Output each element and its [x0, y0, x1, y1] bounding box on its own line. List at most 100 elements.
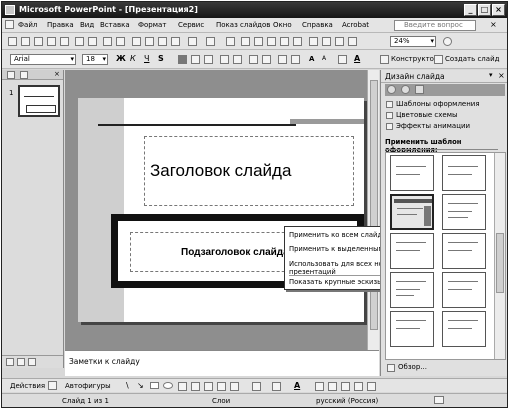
browse-link[interactable]: Обзор...: [398, 363, 427, 371]
3d-style-icon[interactable]: [367, 382, 376, 391]
cut-icon[interactable]: [132, 37, 141, 46]
help-search-input[interactable]: Введите вопрос: [394, 20, 476, 31]
align-left-icon[interactable]: [178, 55, 187, 64]
slide-thumbnail[interactable]: [18, 85, 60, 117]
bold-button[interactable]: Ж: [116, 54, 126, 63]
undo-icon[interactable]: [188, 37, 197, 46]
vertical-scrollbar[interactable]: [367, 70, 379, 350]
slides-tab-icon[interactable]: [20, 71, 28, 79]
permission-icon[interactable]: [47, 37, 56, 46]
shadow-style-icon[interactable]: [354, 382, 363, 391]
chart-icon[interactable]: [226, 37, 235, 46]
menu-acrobat[interactable]: Acrobat: [342, 21, 369, 29]
spelling-icon[interactable]: [103, 37, 112, 46]
arrow-icon[interactable]: ↘: [137, 381, 144, 390]
menu-apply-all[interactable]: Применить ко всем слайдам: [289, 231, 391, 239]
sorter-view-icon[interactable]: [17, 358, 25, 366]
font-color-icon[interactable]: A: [354, 54, 360, 63]
normal-view-icon[interactable]: [6, 358, 14, 366]
autoshapes-button[interactable]: Автофигуры: [65, 382, 111, 390]
paste-icon[interactable]: [158, 37, 167, 46]
title-placeholder[interactable]: Заголовок слайда: [144, 136, 354, 206]
font-size-select[interactable]: 18: [82, 54, 108, 65]
align-right-icon[interactable]: [204, 55, 213, 64]
design-icon[interactable]: [380, 55, 389, 64]
grid-icon[interactable]: [335, 37, 344, 46]
preview-icon[interactable]: [88, 37, 97, 46]
forward-icon[interactable]: [401, 85, 410, 94]
expand-icon[interactable]: [309, 37, 318, 46]
redo-icon[interactable]: [206, 37, 215, 46]
gallery-scroll-thumb[interactable]: [496, 233, 504, 293]
close-button[interactable]: ×: [492, 4, 505, 16]
pane-close-icon[interactable]: ×: [54, 70, 60, 78]
format-painter-icon[interactable]: [171, 37, 180, 46]
template-thumb[interactable]: [442, 272, 486, 308]
new-slide-icon[interactable]: [434, 55, 443, 64]
slideshow-view-icon[interactable]: [28, 358, 36, 366]
print-icon[interactable]: [75, 37, 84, 46]
bullets-icon[interactable]: [233, 55, 242, 64]
diagram-icon[interactable]: [280, 37, 289, 46]
help-icon[interactable]: [443, 37, 452, 46]
text-direction-icon[interactable]: [338, 55, 347, 64]
line-style-icon[interactable]: [315, 382, 324, 391]
tables-borders-icon[interactable]: [254, 37, 263, 46]
actions-button[interactable]: Действия: [10, 382, 45, 390]
outline-tab-icon[interactable]: [7, 71, 15, 79]
scrollbar-thumb[interactable]: [370, 80, 378, 330]
font-color-a-icon[interactable]: A: [309, 55, 314, 63]
dash-style-icon[interactable]: [328, 382, 337, 391]
save-icon[interactable]: [34, 37, 43, 46]
home-icon[interactable]: [415, 85, 424, 94]
template-thumb[interactable]: [390, 311, 434, 347]
draw-font-color-icon[interactable]: A: [294, 381, 300, 390]
align-center-icon[interactable]: [191, 55, 200, 64]
zoom-select[interactable]: 24%: [390, 36, 436, 47]
menu-window[interactable]: Окно: [273, 21, 292, 29]
template-gallery[interactable]: [385, 152, 506, 360]
font-select[interactable]: Arial: [10, 54, 76, 65]
minimize-button[interactable]: _: [464, 4, 477, 16]
shadow-button[interactable]: S: [158, 54, 164, 63]
template-thumb-selected[interactable]: [390, 194, 434, 230]
template-thumb[interactable]: [442, 155, 486, 191]
oval-icon[interactable]: [163, 382, 173, 389]
numbering-icon[interactable]: [220, 55, 229, 64]
insert-chart-icon[interactable]: [267, 37, 276, 46]
font-size-a-icon[interactable]: A: [322, 55, 326, 62]
show-formatting-icon[interactable]: [322, 37, 331, 46]
template-thumb[interactable]: [390, 272, 434, 308]
increase-font-icon[interactable]: [249, 55, 258, 64]
template-thumb[interactable]: [442, 311, 486, 347]
new-slide-button[interactable]: Создать слайд: [445, 55, 499, 63]
menu-edit[interactable]: Правка: [47, 21, 74, 29]
copy-icon[interactable]: [145, 37, 154, 46]
decrease-font-icon[interactable]: [262, 55, 271, 64]
link-templates[interactable]: Шаблоны оформления: [396, 100, 480, 108]
menu-view[interactable]: Вид: [80, 21, 94, 29]
back-icon[interactable]: [387, 85, 396, 94]
close-document-icon[interactable]: ×: [490, 20, 497, 29]
menu-help[interactable]: Справка: [302, 21, 333, 29]
subtitle-placeholder[interactable]: Подзаголовок слайда: [130, 232, 310, 272]
research-icon[interactable]: [116, 37, 125, 46]
menu-insert[interactable]: Вставка: [100, 21, 130, 29]
gallery-scrollbar[interactable]: [494, 153, 505, 359]
new-icon[interactable]: [8, 37, 17, 46]
decrease-indent-icon[interactable]: [278, 55, 287, 64]
color-grayscale-icon[interactable]: [348, 37, 357, 46]
textbox-icon[interactable]: [178, 382, 187, 391]
rectangle-icon[interactable]: [150, 382, 159, 389]
menu-file[interactable]: Файл: [18, 21, 37, 29]
email-icon[interactable]: [60, 37, 69, 46]
document-icon[interactable]: [5, 20, 14, 29]
task-pane-menu-icon[interactable]: ▾: [489, 71, 493, 79]
template-thumb[interactable]: [442, 194, 486, 230]
underline-button[interactable]: Ч: [144, 54, 149, 63]
insert-picture-icon[interactable]: [230, 382, 239, 391]
link-color-schemes[interactable]: Цветовые схемы: [396, 111, 458, 119]
template-thumb[interactable]: [390, 155, 434, 191]
line-icon[interactable]: \: [126, 381, 129, 390]
link-animation[interactable]: Эффекты анимации: [396, 122, 470, 130]
